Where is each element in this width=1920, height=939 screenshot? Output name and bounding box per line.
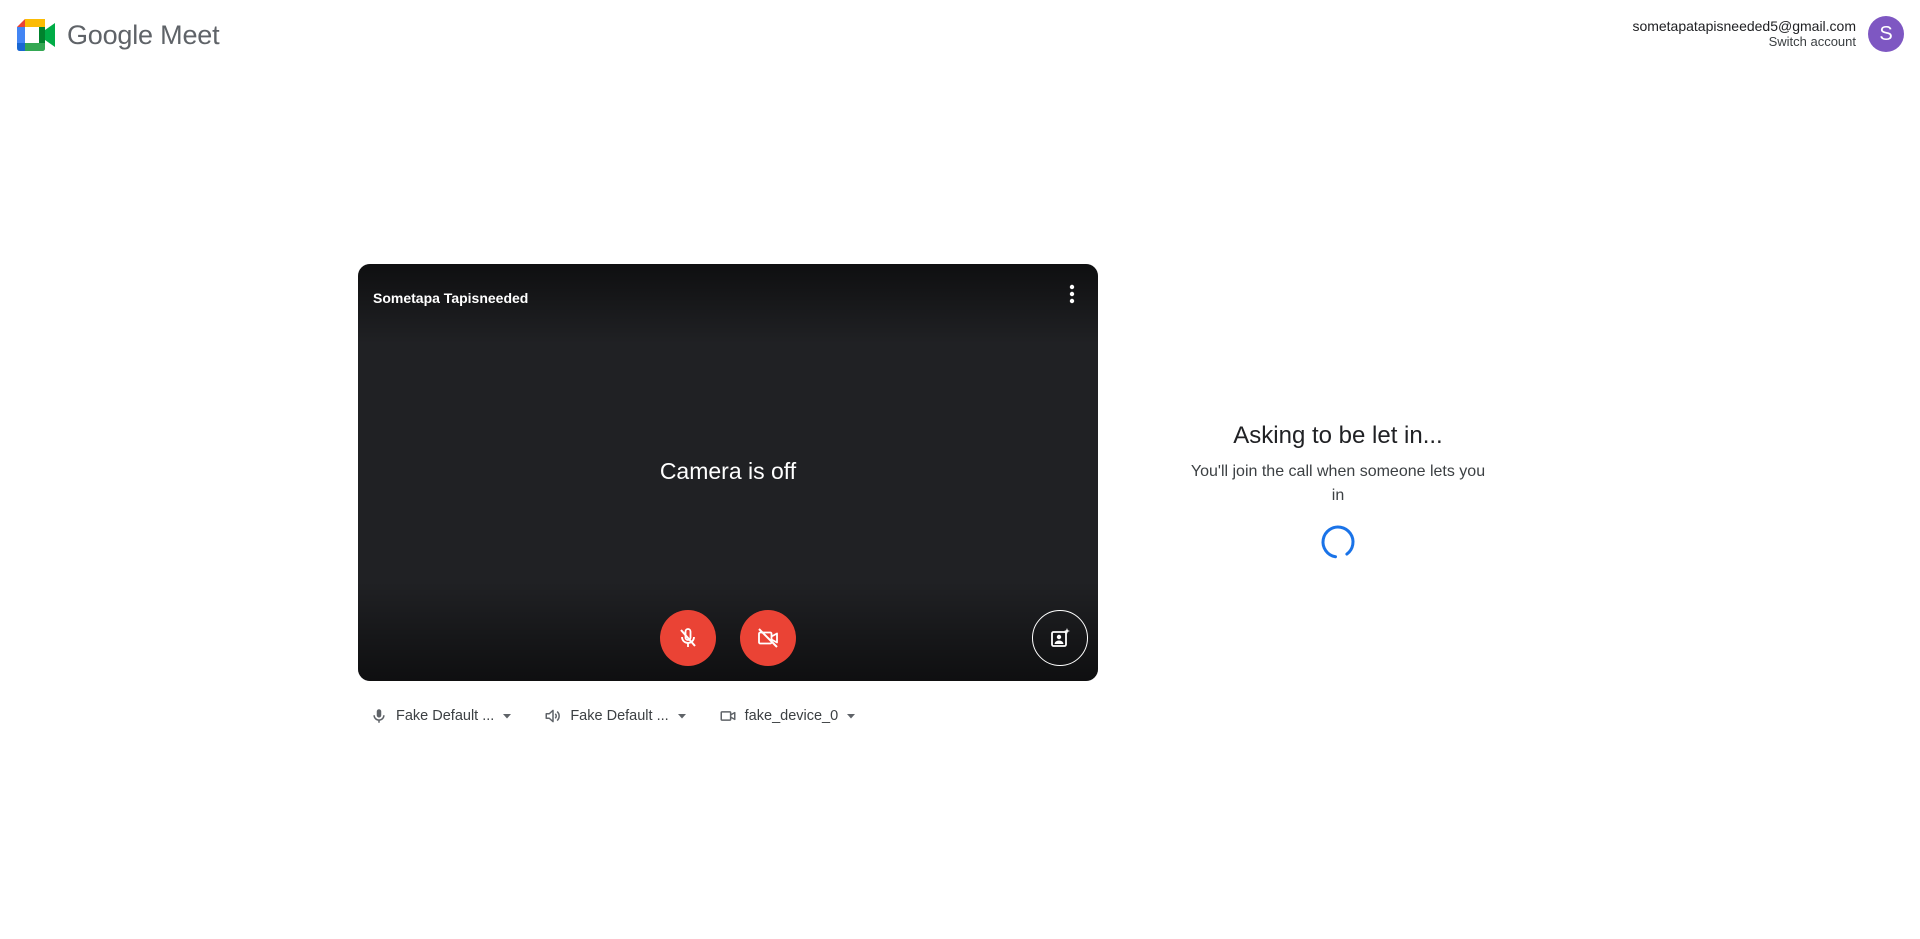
app-name: Google Meet [67, 20, 220, 50]
camera-select[interactable]: fake_device_0 [717, 702, 859, 730]
more-vert-icon [1069, 284, 1075, 304]
participant-name: Sometapa Tapisneeded [373, 290, 529, 306]
apply-visual-effects-button[interactable] [1032, 610, 1088, 666]
avatar[interactable]: S [1868, 16, 1904, 52]
speaker-icon [545, 709, 561, 723]
videocam-icon [720, 711, 736, 721]
account-email: sometapatapisneeded5@gmail.com [1632, 18, 1856, 34]
self-preview-tile: Sometapa Tapisneeded Camera is off [358, 264, 1098, 681]
microphone-select[interactable]: Fake Default ... [368, 702, 514, 730]
chevron-down-icon [847, 714, 856, 719]
chevron-down-icon [677, 714, 686, 719]
speaker-select[interactable]: Fake Default ... [542, 702, 688, 730]
mic-off-icon [680, 628, 696, 647]
loading-spinner-icon [1321, 525, 1355, 559]
videocam-off-icon [758, 628, 778, 648]
status-subtitle: You'll join the call when someone lets y… [1190, 463, 1486, 504]
google-meet-logo[interactable]: Google Meet [17, 19, 220, 51]
chevron-down-icon [503, 714, 512, 719]
switch-account-link[interactable]: Switch account [1632, 34, 1856, 50]
account-info: sometapatapisneeded5@gmail.com Switch ac… [1632, 18, 1856, 50]
preview-bottom-gradient [358, 581, 1098, 681]
top-bar: Google Meet sometapatapisneeded5@gmail.c… [0, 0, 1920, 74]
microphone-select-label: Fake Default ... [396, 708, 495, 724]
meet-logo-icon [17, 19, 55, 51]
more-options-button[interactable] [1060, 282, 1084, 306]
speaker-select-label: Fake Default ... [570, 708, 669, 724]
join-status-panel: Asking to be let in... You'll join the c… [1178, 418, 1498, 560]
microphone-icon [373, 709, 385, 723]
device-selectors: Fake Default ... Fake Default ... fake_d… [368, 702, 858, 730]
visual-effects-icon [1051, 628, 1070, 647]
microphone-toggle-button[interactable] [660, 610, 716, 666]
camera-toggle-button[interactable] [740, 610, 796, 666]
account-area: sometapatapisneeded5@gmail.com Switch ac… [1632, 16, 1904, 52]
camera-select-label: fake_device_0 [744, 708, 839, 724]
camera-off-label: Camera is off [659, 458, 797, 484]
status-title: Asking to be let in... [1233, 422, 1443, 449]
